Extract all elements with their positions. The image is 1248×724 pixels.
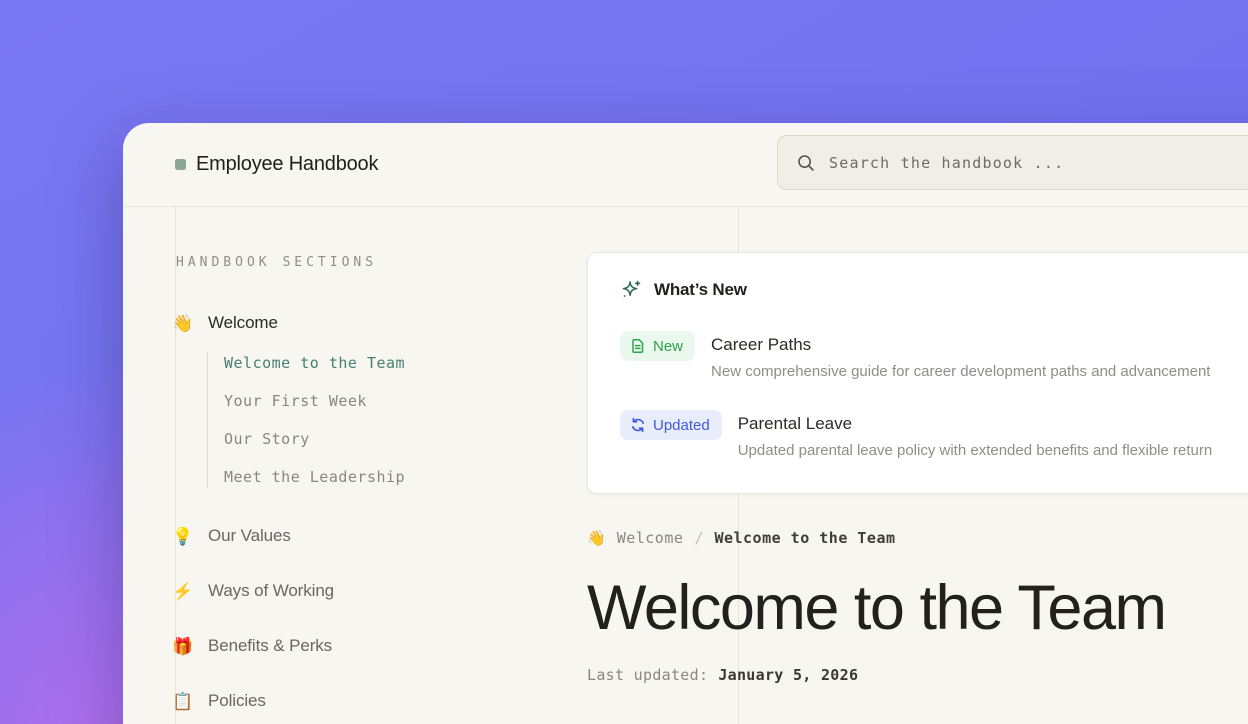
search-icon: [796, 153, 816, 173]
new-badge: New: [620, 331, 695, 361]
app-header: Employee Handbook: [123, 123, 1248, 207]
main-content: What’s New New Career Paths New comprehe…: [587, 207, 1248, 684]
sidebar-item-label: Benefits & Perks: [208, 636, 332, 656]
badge-label: New: [653, 338, 683, 355]
sidebar-sublist-welcome: Welcome to the Team Your First Week Our …: [207, 351, 572, 489]
gift-emoji-icon: 🎁: [172, 638, 194, 655]
entry-description: New comprehensive guide for career devel…: [711, 361, 1210, 382]
last-updated-value: January 5, 2026: [718, 666, 858, 684]
breadcrumb-separator: /: [694, 529, 703, 547]
app-window: Employee Handbook HANDBOOK SECTIONS 👋 We…: [123, 123, 1248, 724]
sidebar-subitem-your-first-week[interactable]: Your First Week: [224, 389, 572, 413]
sidebar-item-our-values[interactable]: 💡 Our Values: [172, 522, 572, 550]
last-updated-label: Last updated:: [587, 666, 708, 684]
entry-text: Parental Leave Updated parental leave po…: [738, 410, 1212, 461]
search-input[interactable]: [829, 154, 1248, 172]
sidebar-item-benefits-perks[interactable]: 🎁 Benefits & Perks: [172, 632, 572, 660]
entry-title: Parental Leave: [738, 413, 1212, 435]
breadcrumb-current-page: Welcome to the Team: [714, 529, 895, 547]
sidebar-subitem-meet-the-leadership[interactable]: Meet the Leadership: [224, 465, 572, 489]
whats-new-card: What’s New New Career Paths New comprehe…: [587, 252, 1248, 494]
sidebar-item-welcome[interactable]: 👋 Welcome: [172, 309, 572, 337]
sidebar-item-ways-of-working[interactable]: ⚡ Ways of Working: [172, 577, 572, 605]
document-icon: [630, 338, 646, 354]
wave-emoji-icon: 👋: [172, 315, 194, 332]
sidebar: HANDBOOK SECTIONS 👋 Welcome Welcome to t…: [172, 207, 572, 715]
whats-new-entry-parental-leave[interactable]: Updated Parental Leave Updated parental …: [620, 410, 1248, 461]
badge-label: Updated: [653, 417, 710, 434]
sidebar-item-policies[interactable]: 📋 Policies: [172, 687, 572, 715]
whats-new-header: What’s New: [620, 279, 1248, 301]
sparkles-icon: [620, 279, 642, 301]
search-box[interactable]: [777, 135, 1248, 190]
clipboard-emoji-icon: 📋: [172, 693, 194, 710]
brand-title: Employee Handbook: [196, 153, 378, 176]
brand: Employee Handbook: [175, 153, 378, 176]
sidebar-item-label: Policies: [208, 691, 266, 711]
lightning-emoji-icon: ⚡: [172, 583, 194, 600]
last-updated: Last updated: January 5, 2026: [587, 666, 1248, 684]
sidebar-subitem-our-story[interactable]: Our Story: [224, 427, 572, 451]
wave-emoji-icon: 👋: [587, 531, 606, 546]
sidebar-item-label: Ways of Working: [208, 581, 334, 601]
page-title: Welcome to the Team: [587, 577, 1248, 640]
sidebar-section-label: HANDBOOK SECTIONS: [176, 255, 572, 270]
brand-logo-icon: [175, 159, 186, 170]
breadcrumb-section-link[interactable]: Welcome: [617, 529, 684, 547]
breadcrumb: 👋 Welcome / Welcome to the Team: [587, 529, 1248, 547]
updated-badge: Updated: [620, 410, 722, 440]
sidebar-item-label: Welcome: [208, 313, 278, 333]
entry-title: Career Paths: [711, 334, 1210, 356]
entry-text: Career Paths New comprehensive guide for…: [711, 331, 1210, 382]
refresh-icon: [630, 417, 646, 433]
entry-description: Updated parental leave policy with exten…: [738, 440, 1212, 461]
whats-new-title: What’s New: [654, 280, 747, 300]
sidebar-item-label: Our Values: [208, 526, 291, 546]
lightbulb-emoji-icon: 💡: [172, 528, 194, 545]
sidebar-subitem-welcome-to-the-team[interactable]: Welcome to the Team: [224, 351, 572, 375]
whats-new-entry-career-paths[interactable]: New Career Paths New comprehensive guide…: [620, 331, 1248, 382]
